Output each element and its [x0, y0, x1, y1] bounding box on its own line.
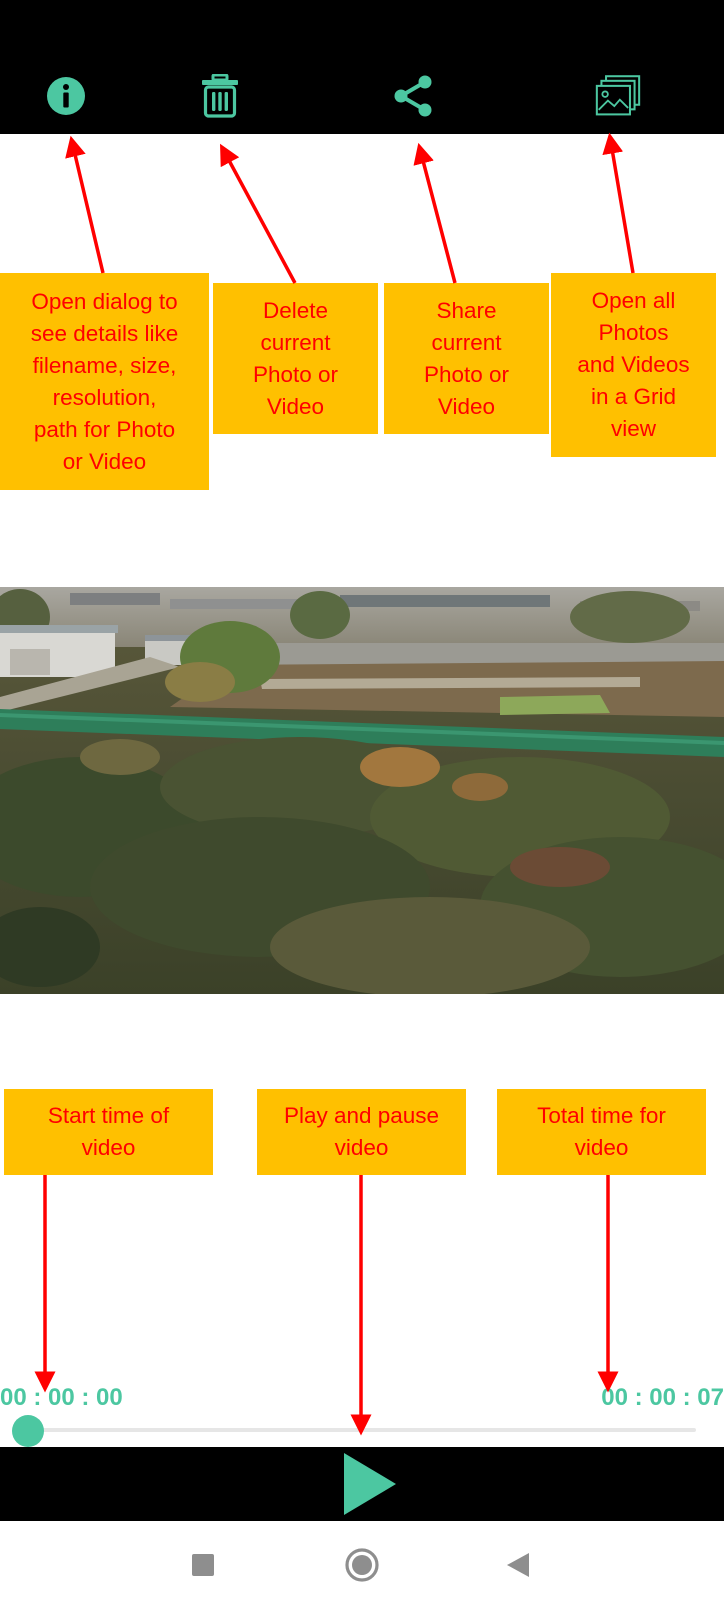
share-button[interactable]	[390, 73, 436, 119]
callout-line: resolution,	[52, 384, 157, 410]
arrow-to-trash-icon	[220, 143, 297, 284]
media-viewer-screen: Open dialog to see details like filename…	[0, 0, 724, 1609]
callout-line: video	[81, 1135, 136, 1160]
trash-icon	[202, 74, 238, 118]
callout-share: Share current Photo or Video	[384, 283, 549, 434]
callout-line: and Videos	[577, 352, 690, 377]
callout-line: Share	[436, 297, 497, 323]
callout-line: see details like	[30, 320, 179, 346]
landscape-photo	[0, 587, 724, 994]
home-circle-icon	[345, 1548, 379, 1582]
seek-thumb[interactable]	[12, 1415, 44, 1447]
callout-info: Open dialog to see details like filename…	[0, 273, 209, 490]
callout-line: current	[260, 329, 331, 355]
arrow-to-share-icon	[413, 142, 457, 284]
recents-button[interactable]	[183, 1545, 223, 1585]
callout-line: view	[610, 416, 656, 441]
media-preview[interactable]	[0, 587, 724, 994]
callout-line: Photo or	[423, 361, 510, 387]
total-time: 00 : 00 : 07	[601, 1384, 724, 1411]
callout-line: current	[431, 329, 502, 355]
callout-play-pause: Play and pause video	[257, 1089, 466, 1175]
seek-bar[interactable]	[28, 1428, 696, 1432]
arrow-to-info-icon	[65, 135, 105, 274]
gallery-icon	[595, 75, 641, 116]
callout-line: Video	[266, 393, 325, 419]
callout-line: Photo or	[252, 361, 339, 387]
callout-line: Play and pause	[283, 1103, 440, 1128]
callout-line: Photos	[598, 320, 669, 345]
recents-square-icon	[192, 1554, 214, 1576]
callout-line: video	[574, 1135, 629, 1160]
callout-start-time: Start time of video	[4, 1089, 213, 1175]
current-time: 00 : 00 : 00	[0, 1384, 123, 1411]
arrow-to-gallery-icon	[602, 132, 635, 274]
callout-total-time: Total time for video	[497, 1089, 706, 1175]
callout-line: Start time of	[47, 1103, 170, 1128]
callout-line: or Video	[62, 448, 147, 474]
share-icon	[394, 75, 432, 117]
callout-line: Total time for	[537, 1103, 666, 1128]
play-pause-button[interactable]	[335, 1449, 405, 1519]
info-button[interactable]	[43, 73, 89, 119]
info-icon	[47, 77, 85, 115]
play-icon	[344, 1453, 396, 1515]
callout-line: filename, size,	[32, 352, 177, 378]
back-triangle-icon	[507, 1553, 529, 1577]
callout-delete: Delete current Photo or Video	[213, 283, 378, 434]
callout-grid: Open all Photos and Videos in a Grid vie…	[551, 273, 716, 457]
back-button[interactable]	[498, 1545, 538, 1585]
callout-line: Delete	[262, 297, 329, 323]
callout-line: Video	[437, 393, 496, 419]
home-button[interactable]	[342, 1545, 382, 1585]
grid-view-button[interactable]	[595, 73, 641, 119]
delete-button[interactable]	[197, 73, 243, 119]
callout-line: Open all	[591, 288, 676, 313]
callout-line: path for Photo	[33, 416, 176, 442]
callout-line: in a Grid	[590, 384, 677, 409]
callout-line: Open dialog to	[31, 288, 178, 314]
callout-line: video	[334, 1135, 389, 1160]
